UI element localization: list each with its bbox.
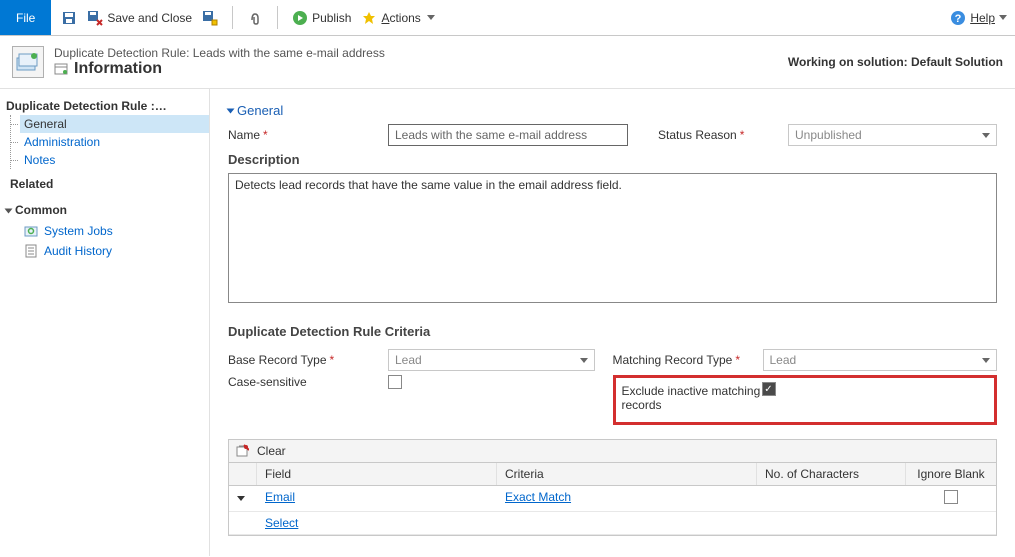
status-reason-label: Status Reason* bbox=[658, 128, 788, 142]
nav-section-common[interactable]: Common bbox=[6, 195, 209, 221]
criteria-rule-link[interactable]: Exact Match bbox=[505, 490, 571, 504]
save-close-button[interactable]: Save and Close bbox=[83, 6, 196, 30]
solution-label: Working on solution: Default Solution bbox=[788, 55, 1003, 69]
chevron-down-icon bbox=[982, 358, 990, 363]
criteria-chars-cell bbox=[757, 486, 906, 511]
entity-subtitle: Duplicate Detection Rule: Leads with the… bbox=[54, 46, 385, 60]
form-selector-icon[interactable] bbox=[54, 62, 68, 76]
col-chars: No. of Characters bbox=[757, 463, 906, 485]
ignore-blank-checkbox[interactable] bbox=[944, 490, 958, 504]
clear-button[interactable]: Clear bbox=[253, 444, 290, 458]
actions-menu[interactable]: Actions bbox=[357, 6, 438, 30]
matching-record-type-select[interactable]: Lead bbox=[763, 349, 998, 371]
file-tab[interactable]: File bbox=[0, 0, 51, 35]
exclude-inactive-highlight: Exclude inactive matching records ✓ bbox=[613, 375, 998, 425]
col-field: Field bbox=[257, 463, 497, 485]
publish-icon bbox=[292, 10, 308, 26]
criteria-table: Clear Field Criteria No. of Characters I… bbox=[228, 439, 997, 536]
save-new-icon bbox=[202, 10, 218, 26]
criteria-table-header: Field Criteria No. of Characters Ignore … bbox=[229, 463, 996, 486]
page-title: Information bbox=[74, 60, 162, 78]
description-label: Description bbox=[228, 152, 997, 167]
name-label: Name* bbox=[228, 128, 388, 142]
command-bar: File Save and Close bbox=[0, 0, 1015, 36]
criteria-row: Email Exact Match bbox=[229, 486, 996, 512]
nav-item-notes[interactable]: Notes bbox=[20, 151, 209, 169]
publish-button[interactable]: Publish bbox=[288, 6, 355, 30]
nav-item-general[interactable]: General bbox=[20, 115, 209, 133]
save-new-button[interactable] bbox=[198, 6, 222, 30]
exclude-inactive-checkbox[interactable]: ✓ bbox=[762, 382, 776, 396]
chevron-down-icon bbox=[580, 358, 588, 363]
form-content: General Name* Status Reason* Unpublished… bbox=[210, 89, 1015, 556]
clear-icon bbox=[235, 444, 249, 458]
criteria-section-header: Duplicate Detection Rule Criteria bbox=[228, 324, 997, 339]
help-menu[interactable]: ? Help bbox=[950, 0, 1007, 35]
chevron-down-icon bbox=[999, 15, 1007, 20]
name-input[interactable] bbox=[388, 124, 628, 146]
entity-icon bbox=[12, 46, 44, 78]
base-record-type-select[interactable]: Lead bbox=[388, 349, 595, 371]
nav-item-administration[interactable]: Administration bbox=[20, 133, 209, 151]
section-general-header[interactable]: General bbox=[228, 103, 997, 124]
page-header: Duplicate Detection Rule: Leads with the… bbox=[0, 36, 1015, 89]
case-sensitive-checkbox[interactable] bbox=[388, 375, 402, 389]
criteria-chars-cell bbox=[757, 512, 906, 534]
exclude-inactive-label: Exclude inactive matching records bbox=[622, 382, 762, 412]
audit-history-icon bbox=[24, 244, 38, 258]
help-icon: ? bbox=[950, 10, 966, 26]
chevron-down-icon bbox=[227, 108, 235, 113]
chevron-down-icon bbox=[427, 15, 435, 20]
matching-record-type-label: Matching Record Type* bbox=[613, 353, 763, 367]
criteria-rule-cell bbox=[497, 512, 757, 534]
description-input[interactable] bbox=[228, 173, 997, 303]
svg-text:?: ? bbox=[955, 13, 962, 25]
nav-item-audit-history[interactable]: Audit History bbox=[6, 241, 209, 261]
col-criteria: Criteria bbox=[497, 463, 757, 485]
ignore-blank-cell bbox=[906, 512, 996, 534]
main-area: Duplicate Detection Rule :… General Admi… bbox=[0, 89, 1015, 556]
nav-title: Duplicate Detection Rule :… bbox=[6, 95, 209, 115]
criteria-field-link[interactable]: Select bbox=[265, 516, 298, 530]
save-icon bbox=[61, 10, 77, 26]
actions-icon bbox=[361, 10, 377, 26]
publish-label: Publish bbox=[312, 11, 351, 25]
left-nav: Duplicate Detection Rule :… General Admi… bbox=[0, 89, 210, 556]
attach-button[interactable] bbox=[243, 6, 267, 30]
status-reason-select[interactable]: Unpublished bbox=[788, 124, 997, 146]
nav-item-system-jobs[interactable]: System Jobs bbox=[6, 221, 209, 241]
help-label: Help bbox=[970, 11, 995, 25]
chevron-down-icon bbox=[982, 133, 990, 138]
chevron-down-icon bbox=[5, 208, 13, 213]
criteria-table-toolbar: Clear bbox=[229, 440, 996, 463]
base-record-type-label: Base Record Type* bbox=[228, 353, 388, 367]
save-close-icon bbox=[87, 10, 103, 26]
system-jobs-icon bbox=[24, 224, 38, 238]
case-sensitive-label: Case-sensitive bbox=[228, 375, 388, 389]
save-close-label: Save and Close bbox=[107, 11, 192, 25]
col-blank: Ignore Blank bbox=[906, 463, 996, 485]
criteria-field-link[interactable]: Email bbox=[265, 490, 295, 504]
actions-label: Actions bbox=[381, 11, 420, 25]
chevron-down-icon bbox=[237, 496, 245, 501]
save-button[interactable] bbox=[57, 6, 81, 30]
row-expand-toggle[interactable] bbox=[229, 486, 257, 511]
paperclip-icon bbox=[247, 10, 263, 26]
nav-section-related: Related bbox=[6, 169, 209, 195]
criteria-row: Select bbox=[229, 512, 996, 535]
